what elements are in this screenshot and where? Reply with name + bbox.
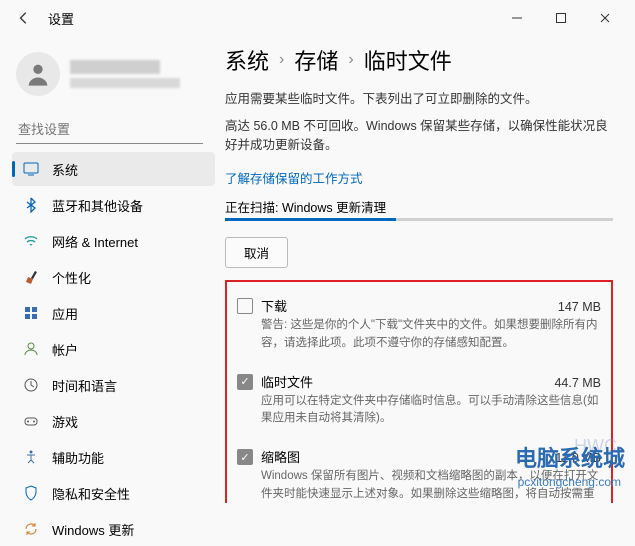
maximize-button[interactable] [539, 2, 583, 34]
file-title: 缩略图 [261, 447, 300, 466]
apps-icon [22, 304, 40, 322]
gaming-icon [22, 412, 40, 430]
learn-more-link[interactable]: 了解存储保留的工作方式 [225, 168, 363, 187]
highlight-box: 下载 147 MB 警告: 这些是你的个人"下载"文件夹中的文件。如果想要删除所… [225, 280, 613, 503]
file-size: 147 MB [558, 300, 601, 314]
back-button[interactable] [8, 2, 40, 34]
sidebar: 系统 蓝牙和其他设备 网络 & Internet 个性化 应用 帐户 [0, 36, 215, 503]
sidebar-item-update[interactable]: Windows 更新 [12, 512, 215, 546]
file-title: 临时文件 [261, 372, 313, 391]
shield-icon [22, 484, 40, 502]
chevron-right-icon: › [279, 51, 284, 69]
sidebar-item-label: 蓝牙和其他设备 [52, 196, 143, 215]
profile-name [70, 60, 160, 74]
breadcrumb-system[interactable]: 系统 [225, 44, 269, 76]
file-desc: Windows 保留所有图片、视频和文档缩略图的副本，以便在打开文件夹时能快速显… [261, 468, 601, 503]
sidebar-item-label: 系统 [52, 160, 78, 179]
profile-block[interactable] [12, 44, 215, 112]
avatar [16, 52, 60, 96]
bluetooth-icon [22, 196, 40, 214]
profile-email [70, 78, 180, 88]
sidebar-item-label: 应用 [52, 304, 78, 323]
sidebar-item-label: Windows 更新 [52, 520, 134, 539]
breadcrumb: 系统 › 存储 › 临时文件 [225, 44, 613, 76]
progress-bar [225, 218, 613, 221]
update-icon [22, 520, 40, 538]
search-input[interactable] [16, 116, 203, 144]
sidebar-item-personalization[interactable]: 个性化 [12, 260, 215, 294]
sidebar-item-accounts[interactable]: 帐户 [12, 332, 215, 366]
sidebar-item-gaming[interactable]: 游戏 [12, 404, 215, 438]
chevron-right-icon: › [348, 51, 353, 69]
sidebar-item-accessibility[interactable]: 辅助功能 [12, 440, 215, 474]
breadcrumb-storage[interactable]: 存储 [294, 44, 338, 76]
system-icon [22, 160, 40, 178]
file-title: 下载 [261, 296, 287, 315]
sidebar-item-label: 网络 & Internet [52, 232, 138, 251]
file-size: 11.0 MB [555, 451, 601, 465]
sidebar-item-label: 个性化 [52, 268, 91, 287]
description-1: 应用需要某些临时文件。下表列出了可立即删除的文件。 [225, 90, 613, 109]
file-item-downloads[interactable]: 下载 147 MB 警告: 这些是你的个人"下载"文件夹中的文件。如果想要删除所… [231, 286, 607, 362]
file-item-thumbs[interactable]: 缩略图 11.0 MB Windows 保留所有图片、视频和文档缩略图的副本，以… [231, 437, 607, 503]
sidebar-item-privacy[interactable]: 隐私和安全性 [12, 476, 215, 510]
file-item-temp[interactable]: 临时文件 44.7 MB 应用可以在特定文件夹中存储临时信息。可以手动清除这些信… [231, 362, 607, 438]
file-size: 44.7 MB [554, 376, 601, 390]
sidebar-item-label: 时间和语言 [52, 376, 117, 395]
wifi-icon [22, 232, 40, 250]
accounts-icon [22, 340, 40, 358]
close-button[interactable] [583, 2, 627, 34]
cancel-button[interactable]: 取消 [225, 237, 288, 268]
description-2: 高达 56.0 MB 不可回收。Windows 保留某些存储，以确保性能状况良好… [225, 117, 613, 155]
sidebar-item-label: 游戏 [52, 412, 78, 431]
accessibility-icon [22, 448, 40, 466]
main-content: 系统 › 存储 › 临时文件 应用需要某些临时文件。下表列出了可立即删除的文件。… [215, 36, 635, 503]
sidebar-item-system[interactable]: 系统 [12, 152, 215, 186]
sidebar-item-label: 帐户 [52, 340, 78, 359]
file-desc: 警告: 这些是你的个人"下载"文件夹中的文件。如果想要删除所有内容，请选择此项。… [261, 317, 601, 352]
breadcrumb-current: 临时文件 [364, 44, 452, 76]
minimize-button[interactable] [495, 2, 539, 34]
brush-icon [22, 268, 40, 286]
clock-icon [22, 376, 40, 394]
sidebar-item-apps[interactable]: 应用 [12, 296, 215, 330]
checkbox[interactable] [237, 298, 253, 314]
checkbox[interactable] [237, 449, 253, 465]
sidebar-item-label: 隐私和安全性 [52, 484, 130, 503]
sidebar-item-time-language[interactable]: 时间和语言 [12, 368, 215, 402]
sidebar-item-label: 辅助功能 [52, 448, 104, 467]
sidebar-item-bluetooth[interactable]: 蓝牙和其他设备 [12, 188, 215, 222]
checkbox[interactable] [237, 374, 253, 390]
scan-status: 正在扫描: Windows 更新清理 [225, 197, 613, 216]
file-desc: 应用可以在特定文件夹中存储临时信息。可以手动清除这些信息(如果应用未自动将其清除… [261, 393, 601, 428]
window-title: 设置 [48, 9, 74, 28]
search-container [16, 116, 203, 144]
sidebar-item-network[interactable]: 网络 & Internet [12, 224, 215, 258]
